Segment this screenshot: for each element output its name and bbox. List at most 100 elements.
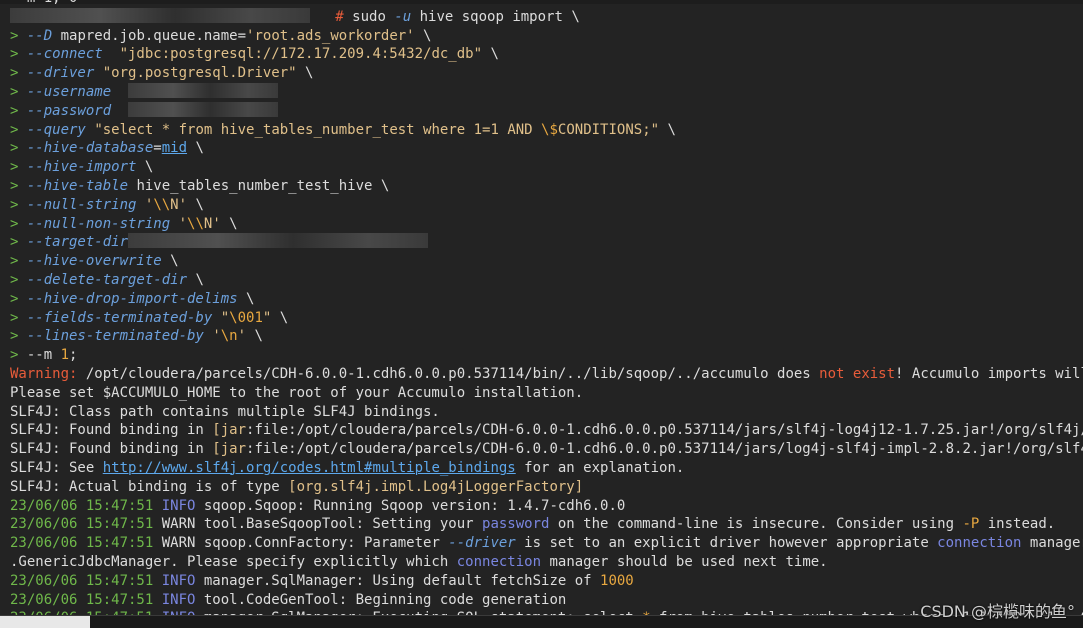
terminal-text-segment: > bbox=[10, 328, 27, 345]
terminal-text-segment: # bbox=[335, 8, 353, 25]
terminal-line: > --query "select * from hive_tables_num… bbox=[10, 121, 1083, 140]
terminal-text-segment: CONDITIONS;" bbox=[557, 121, 660, 138]
terminal-text-segment: --query bbox=[26, 121, 86, 138]
terminal-text-segment: --driver bbox=[26, 65, 95, 82]
terminal-text-segment: \ bbox=[414, 27, 432, 44]
terminal-text-segment: > bbox=[10, 159, 27, 176]
terminal-line: SLF4J: Class path contains multiple SLF4… bbox=[10, 403, 1083, 422]
terminal-text-segment: [org.slf4j.impl.Log4jLoggerFactory] bbox=[288, 478, 584, 495]
terminal-text-segment: connection bbox=[456, 553, 542, 570]
terminal-line: > --fields-terminated-by "\001" \ bbox=[10, 309, 1083, 328]
terminal-text-segment: 1000 bbox=[600, 572, 634, 589]
terminal-text-segment: \ bbox=[220, 215, 238, 232]
terminal-text-segment: > bbox=[10, 121, 27, 138]
terminal-line: SLF4J: Actual binding is of type [org.sl… bbox=[10, 478, 1083, 497]
terminal-text-segment: \$ bbox=[541, 121, 558, 138]
terminal-text-segment: --hive-overwrite bbox=[26, 253, 162, 270]
terminal-text-segment: > bbox=[10, 46, 27, 63]
terminal-text-segment: --username bbox=[26, 83, 112, 100]
terminal-text-segment: 'root.ads_workorder' bbox=[246, 27, 415, 44]
terminal-text-segment: INFO bbox=[161, 572, 196, 589]
terminal-line: > --hive-drop-import-delims \ bbox=[10, 290, 1083, 309]
terminal-text-segment: SLF4J: Found binding in bbox=[10, 441, 213, 458]
terminal-text-segment: connection bbox=[937, 535, 1022, 552]
terminal-line: > --hive-table hive_tables_number_test_h… bbox=[10, 177, 1083, 196]
terminal-text-segment: ' bbox=[178, 215, 188, 232]
terminal-text-segment: /opt/cloudera/parcels/CDH-6.0.0-1.cdh6.0… bbox=[77, 365, 820, 382]
terminal-text-segment: [jar bbox=[212, 422, 247, 439]
terminal-text-segment: = bbox=[153, 140, 162, 157]
terminal-text-segment: --connect bbox=[26, 46, 103, 63]
terminal-text-segment: \ bbox=[136, 159, 154, 176]
terminal-text-segment: sqoop.Sqoop: Running Sqoop version: 1.4.… bbox=[195, 497, 626, 514]
terminal-output[interactable]: m 1; 0 # sudo -u hive sqoop import \> --… bbox=[10, 0, 1083, 628]
terminal-text-segment: password bbox=[482, 516, 550, 533]
terminal-text-segment: > bbox=[10, 102, 27, 119]
terminal-text-segment: -u bbox=[394, 8, 412, 25]
terminal-text-segment: 23/06/06 15:47:51 bbox=[10, 497, 162, 514]
terminal-text-segment: SLF4J: Actual binding is of type bbox=[10, 478, 289, 495]
terminal-line: 23/06/06 15:47:51 WARN sqoop.ConnFactory… bbox=[10, 534, 1083, 553]
terminal-text-segment: > bbox=[10, 253, 27, 270]
terminal-text-segment: 23/06/06 15:47:51 bbox=[10, 572, 162, 589]
terminal-text-segment: N' bbox=[170, 196, 188, 213]
redacted-region bbox=[128, 233, 429, 249]
terminal-text-segment: --fields-terminated-by bbox=[26, 309, 213, 326]
terminal-text-segment: ; bbox=[69, 347, 78, 364]
terminal-text-segment: --m bbox=[26, 347, 61, 364]
terminal-text-segment: not exist bbox=[819, 365, 896, 382]
terminal-line: > --hive-overwrite \ bbox=[10, 252, 1083, 271]
redacted-region bbox=[128, 82, 279, 98]
terminal-text-segment: \ bbox=[187, 271, 204, 288]
terminal-text-segment: [jar bbox=[212, 441, 247, 458]
terminal-text-segment: \ bbox=[187, 140, 204, 157]
terminal-text-segment: \001 bbox=[229, 309, 263, 326]
csdn-watermark: CSDN @棕榄味的鱼° bbox=[920, 602, 1075, 621]
terminal-text-segment: --D bbox=[26, 27, 53, 44]
terminal-text-segment: manager should be used next time. bbox=[541, 553, 828, 570]
terminal-text-segment: \ bbox=[482, 46, 499, 63]
terminal-text-segment: --null-string bbox=[26, 196, 137, 213]
terminal-text-segment: > bbox=[10, 215, 27, 232]
terminal-text-segment: on the command-line is insecure. Conside… bbox=[549, 516, 963, 533]
terminal-text-segment: > bbox=[10, 83, 27, 100]
redacted-region bbox=[128, 101, 279, 117]
terminal-line: > --m 1; bbox=[10, 346, 1083, 365]
terminal-line: > --connect "jdbc:postgresql://172.17.20… bbox=[10, 45, 1083, 64]
terminal-text-segment: mapred.job.queue.name= bbox=[52, 27, 247, 44]
terminal-text-segment: --lines-terminated-by bbox=[26, 328, 204, 345]
terminal-text-segment: WARN sqoop.ConnFactory: Parameter bbox=[161, 535, 449, 552]
terminal-text-segment: mid bbox=[161, 140, 188, 157]
terminal-text-segment: \ bbox=[161, 253, 179, 270]
terminal-text-segment: WARN tool.BaseSqoopTool: Setting your bbox=[161, 516, 483, 533]
terminal-line: Warning: /opt/cloudera/parcels/CDH-6.0.0… bbox=[10, 365, 1083, 384]
terminal-line: > --lines-terminated-by '\n' \ bbox=[10, 327, 1083, 346]
terminal-text-segment: --target-dir bbox=[26, 234, 129, 251]
terminal-line: > --target-dir bbox=[10, 233, 1083, 252]
terminal-text-segment: "org.postgresql.Driver" bbox=[102, 65, 297, 82]
scrollbar-thumb[interactable] bbox=[0, 616, 90, 628]
terminal-text-segment: ' bbox=[212, 328, 221, 345]
terminal-text-segment: SLF4J: Class path contains multiple SLF4… bbox=[10, 403, 440, 420]
terminal-text-segment: hive sqoop import \ bbox=[411, 8, 580, 25]
terminal-text-segment: --hive-table bbox=[26, 177, 129, 194]
terminal-text-segment: > bbox=[10, 234, 27, 251]
terminal-text-segment: manager is bbox=[1029, 535, 1083, 552]
terminal-text-segment: instead. bbox=[979, 516, 1056, 533]
terminal-text-segment: > bbox=[10, 271, 27, 288]
terminal-text-segment: \ bbox=[659, 121, 676, 138]
terminal-text-segment: --hive-import bbox=[26, 159, 137, 176]
terminal-text-segment: --hive-database bbox=[26, 140, 154, 157]
terminal-line: > --hive-database=mid \ bbox=[10, 139, 1083, 158]
terminal-text-segment: " bbox=[220, 309, 230, 326]
terminal-text-segment: SLF4J: Found binding in bbox=[10, 422, 213, 439]
terminal-text-segment: --null-non-string bbox=[26, 215, 171, 232]
terminal-text-segment: 1 bbox=[60, 347, 70, 364]
